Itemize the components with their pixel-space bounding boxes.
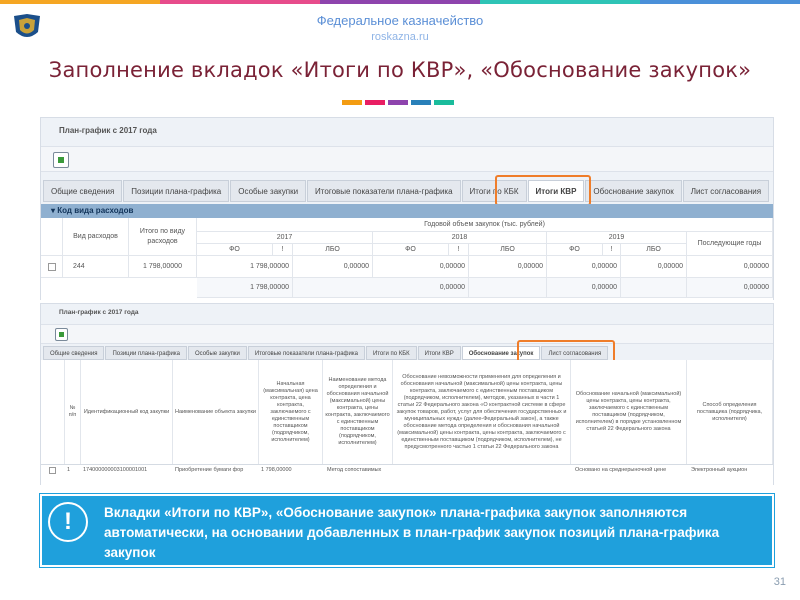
- cell-2019-lbo: 0,00000: [621, 256, 687, 278]
- total-2017-lbo: 0,00000: [293, 278, 469, 298]
- cell-nmck: 1 798,00000: [261, 467, 292, 473]
- group-header[interactable]: ▾ Код вида расходов: [41, 204, 773, 218]
- justification-table: № п/п Идентификационный код закупки Наим…: [41, 360, 773, 485]
- total-2018-lbo: 0,00000: [547, 278, 621, 298]
- cell-method: Метод сопоставимых: [327, 467, 382, 473]
- subcol-fo: ФО: [373, 244, 449, 256]
- col-method: Наименование метода определения и обосно…: [323, 360, 393, 464]
- col-annual: Годовой объем закупок (тыс. рублей): [197, 218, 773, 232]
- plan-title: План-график с 2017 года: [59, 126, 157, 135]
- page-number: 31: [773, 576, 786, 588]
- cell-total: 1 798,00000: [129, 256, 197, 278]
- site-url[interactable]: roskazna.ru: [0, 31, 800, 43]
- subcol-warning: !: [273, 244, 293, 256]
- col-2019: 2019: [547, 232, 687, 244]
- cell-2017-fo: 1 798,00000: [197, 256, 293, 278]
- col-way: Способ определения поставщика (подрядчик…: [687, 360, 773, 464]
- tab-totals[interactable]: Итоговые показатели плана-графика: [307, 180, 461, 202]
- tab-kbk[interactable]: Итоги по КБК: [365, 346, 417, 360]
- cell-way: Электронный аукцион: [691, 467, 748, 473]
- export-icon[interactable]: [53, 152, 69, 168]
- site-title: Федеральное казначейство: [316, 13, 484, 28]
- col-justification: Обоснование невозможности применения для…: [393, 360, 571, 464]
- cell-next: 0,00000: [687, 256, 773, 278]
- page-title: Заполнение вкладок «Итоги по КВР», «Обос…: [48, 58, 752, 82]
- tab-positions[interactable]: Позиции плана-графика: [123, 180, 230, 202]
- tab-approval[interactable]: Лист согласования: [682, 180, 770, 202]
- row-checkbox[interactable]: [41, 256, 63, 278]
- top-color-bar: [0, 0, 800, 4]
- toolbar: [41, 146, 773, 172]
- screenshot-justification: План-график с 2017 года Общие сведения П…: [40, 303, 774, 485]
- col-2018: 2018: [373, 232, 547, 244]
- callout-text: Вкладки «Итоги по КВР», «Обоснование зак…: [104, 505, 720, 560]
- row-checkbox[interactable]: [49, 467, 56, 474]
- tab-general[interactable]: Общие сведения: [43, 180, 123, 202]
- highlight-frame: [495, 175, 591, 206]
- subcol-lbo: ЛБО: [293, 244, 373, 256]
- subcol-lbo: ЛБО: [469, 244, 547, 256]
- screenshot-kvr-totals: План-график с 2017 года Общие сведения П…: [40, 117, 774, 300]
- col-num: № п/п: [65, 360, 81, 464]
- total-2017-fo: 1 798,00000: [197, 278, 293, 298]
- col-total: Итого по виду расходов: [129, 218, 197, 256]
- tab-kvr[interactable]: Итоги КВР: [417, 346, 461, 360]
- subcol-warning: !: [603, 244, 621, 256]
- plan-title: План-график с 2017 года: [59, 309, 139, 316]
- col-nmck: Начальная (максимальная) цена контракта,…: [259, 360, 323, 464]
- cell-name: Приобретение бумаги фор: [175, 467, 244, 473]
- accent-stripe: [342, 100, 454, 105]
- cell-2018-lbo: 0,00000: [469, 256, 547, 278]
- exclamation-icon: !: [48, 502, 88, 542]
- tab-special[interactable]: Особые закупки: [187, 346, 247, 360]
- col-basis: Обоснование начальной (максимальной) цен…: [571, 360, 687, 464]
- subcol-fo: ФО: [197, 244, 273, 256]
- tab-general[interactable]: Общие сведения: [43, 346, 105, 360]
- cell-ikz: 174000000003100001001: [83, 467, 148, 473]
- col-name: Наименование объекта закупки: [173, 360, 259, 464]
- col-2017: 2017: [197, 232, 373, 244]
- export-icon[interactable]: [55, 328, 68, 341]
- col-ikz: Идентификационный код закупки: [81, 360, 173, 464]
- subcol-warning: !: [449, 244, 469, 256]
- cell-2017-lbo: 0,00000: [293, 256, 373, 278]
- tab-justification[interactable]: Обоснование закупок: [585, 180, 682, 202]
- tab-bar: Общие сведения Позиции плана-графика Осо…: [43, 180, 770, 202]
- cell-basis: Основано на среднерыночной цене: [575, 467, 667, 473]
- group-label: Код вида расходов: [57, 206, 134, 215]
- total-next: 0,00000: [687, 278, 773, 298]
- cell-num: 1: [67, 467, 71, 473]
- cell-2018-fo: 0,00000: [373, 256, 469, 278]
- kvr-table: Вид расходов Итого по виду расходов Годо…: [41, 218, 773, 300]
- tab-totals[interactable]: Итоговые показатели плана-графика: [247, 346, 365, 360]
- subcol-lbo: ЛБО: [621, 244, 687, 256]
- tab-positions[interactable]: Позиции плана-графика: [105, 346, 187, 360]
- cell-2019-fo: 0,00000: [547, 256, 621, 278]
- col-kvr: Вид расходов: [63, 218, 129, 256]
- toolbar: [41, 324, 773, 344]
- subcol-fo: ФО: [547, 244, 603, 256]
- cell-kvr: 244: [63, 256, 129, 278]
- tab-special[interactable]: Особые закупки: [230, 180, 307, 202]
- col-next: Последующие годы: [687, 232, 773, 256]
- info-callout: Вкладки «Итоги по КВР», «Обоснование зак…: [40, 494, 774, 567]
